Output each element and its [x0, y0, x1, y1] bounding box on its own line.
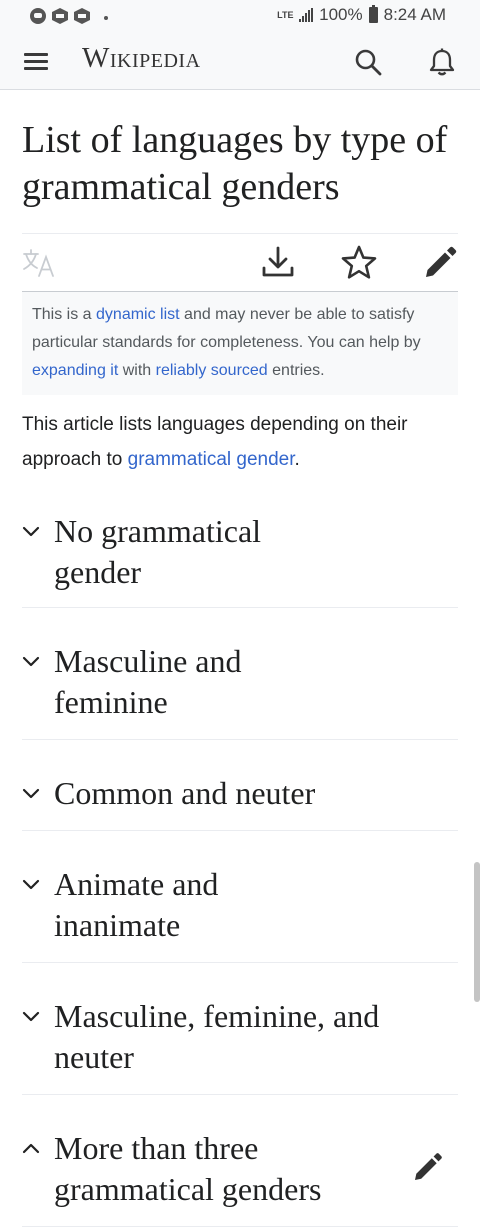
section-title: Common and neuter	[54, 775, 316, 811]
battery-percent: 100%	[319, 5, 363, 24]
language-icon	[23, 249, 54, 277]
article-content: List of languages by type of grammatical…	[22, 90, 458, 1227]
lead-paragraph: This article lists languages depending o…	[22, 407, 458, 477]
download-icon[interactable]	[260, 244, 296, 280]
section-list: No grammatical gender Masculine and femi…	[22, 511, 458, 1227]
section-edit-icon[interactable]	[412, 1151, 444, 1183]
section-masculine-and-feminine[interactable]: Masculine and feminine	[22, 608, 458, 740]
section-more-than-three-grammatical-genders[interactable]: More than three grammatical genders	[22, 1095, 458, 1227]
section-title: Animate and inanimate	[54, 866, 219, 943]
reliably-sourced-link[interactable]: reliably sourced	[156, 362, 268, 379]
chevron-down-icon	[22, 879, 40, 890]
section-title: More than three grammatical genders	[54, 1130, 322, 1207]
expanding-it-link[interactable]: expanding it	[32, 362, 118, 379]
section-title: Masculine and feminine	[54, 643, 242, 720]
app-header: Wikipedia	[0, 34, 480, 90]
section-masculine-feminine-and-neuter[interactable]: Masculine, feminine, and neuter	[22, 963, 458, 1095]
battery-icon	[368, 5, 378, 23]
notice-text: entries.	[267, 362, 325, 379]
star-icon[interactable]	[340, 244, 378, 280]
bell-icon[interactable]	[426, 46, 458, 78]
section-no-grammatical-gender[interactable]: No grammatical gender	[22, 511, 458, 608]
lead-text: .	[294, 449, 300, 470]
notification-icons	[30, 8, 108, 24]
section-title: Masculine, feminine, and neuter	[54, 998, 380, 1075]
section-title: No grammatical gender	[54, 513, 262, 590]
section-animate-and-inanimate[interactable]: Animate and inanimate	[22, 831, 458, 963]
chevron-down-icon	[22, 1011, 40, 1022]
grammatical-gender-link[interactable]: grammatical gender	[128, 449, 295, 470]
notification-icon	[30, 8, 46, 24]
notice-text: with	[118, 362, 156, 379]
more-notifications-icon	[104, 16, 108, 20]
scrollbar[interactable]	[474, 862, 480, 1002]
chevron-down-icon	[22, 656, 40, 667]
network-type: LTE	[277, 9, 294, 20]
status-indicators: LTE 100% 8:24 AM	[277, 5, 446, 25]
wikipedia-wordmark[interactable]: Wikipedia	[82, 42, 201, 75]
section-common-and-neuter[interactable]: Common and neuter	[22, 740, 458, 831]
signal-icon	[299, 8, 314, 22]
chevron-up-icon	[22, 1143, 40, 1154]
clock: 8:24 AM	[383, 5, 446, 24]
notice-text: This is a	[32, 306, 97, 323]
notification-icon	[74, 8, 90, 24]
menu-icon[interactable]	[24, 51, 48, 71]
search-icon[interactable]	[353, 47, 383, 77]
dynamic-list-notice: This is a dynamic list and may never be …	[22, 292, 458, 395]
page-title: List of languages by type of grammatical…	[22, 119, 448, 208]
status-bar: LTE 100% 8:24 AM	[0, 0, 480, 34]
chevron-down-icon	[22, 788, 40, 799]
dynamic-list-link[interactable]: dynamic list	[96, 306, 180, 323]
edit-icon[interactable]	[422, 245, 458, 281]
notification-icon	[52, 8, 68, 24]
chevron-down-icon	[22, 526, 40, 537]
page-actions-bar	[22, 233, 458, 292]
